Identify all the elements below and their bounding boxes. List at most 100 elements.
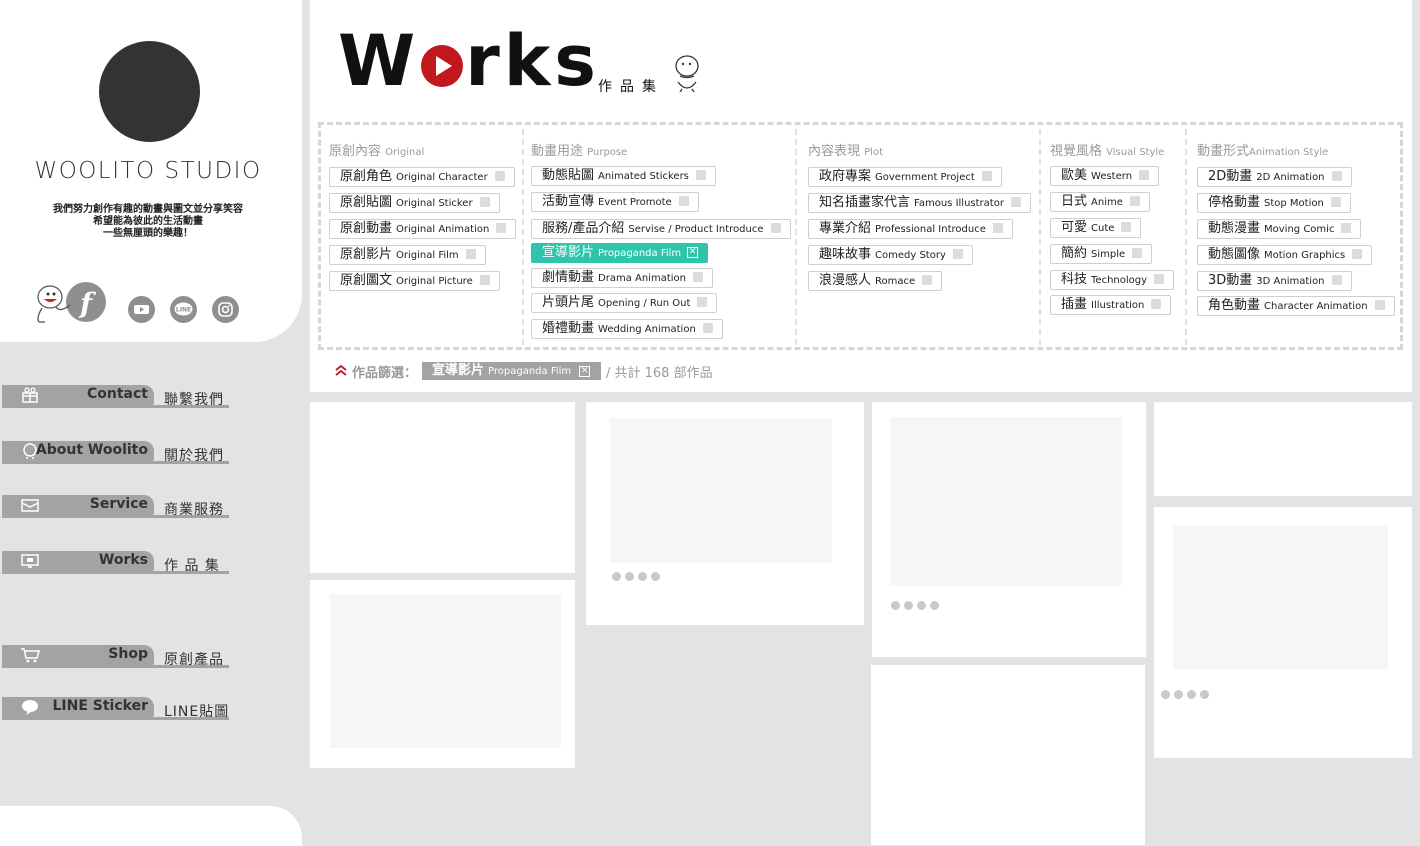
filter-tag[interactable]: 知名插畫家代言 Famous Illustrator bbox=[808, 193, 1031, 213]
checkbox-icon[interactable] bbox=[479, 197, 490, 207]
filter-tag[interactable]: 劇情動畫 Drama Animation bbox=[531, 268, 713, 288]
checkbox-icon[interactable] bbox=[1341, 223, 1352, 233]
youtube-icon[interactable] bbox=[128, 296, 155, 323]
work-card[interactable] bbox=[871, 665, 1145, 845]
filter-group-title: 內容表現 Plot bbox=[808, 144, 884, 159]
nav-contact-label: Contact bbox=[87, 386, 148, 402]
filter-tag-active[interactable]: 宣導影片 Propaganda Film ✕ bbox=[531, 243, 709, 263]
dot bbox=[891, 601, 900, 610]
work-thumbnail[interactable] bbox=[330, 594, 561, 748]
checkbox-icon[interactable] bbox=[702, 323, 713, 333]
checkbox-icon[interactable] bbox=[1151, 299, 1162, 309]
checkbox-icon[interactable] bbox=[479, 275, 490, 285]
checkbox-icon[interactable] bbox=[1331, 275, 1342, 285]
work-thumbnail[interactable] bbox=[890, 417, 1122, 586]
filter-tag[interactable]: 原創影片 Original Film bbox=[329, 245, 486, 265]
checkbox-icon[interactable] bbox=[992, 223, 1003, 233]
title-letter-w: W bbox=[338, 20, 420, 102]
checkbox-icon[interactable] bbox=[1374, 300, 1385, 310]
filter-tag[interactable]: 可愛 Cute bbox=[1050, 218, 1142, 238]
nav-line-sticker[interactable]: LINE Sticker LINE貼圖 bbox=[0, 697, 240, 723]
work-card[interactable] bbox=[310, 580, 575, 768]
checkbox-icon[interactable] bbox=[1154, 274, 1165, 284]
filter-tag[interactable]: 片頭片尾 Opening / Run Out bbox=[531, 293, 718, 313]
dot bbox=[917, 601, 926, 610]
checkbox-icon[interactable] bbox=[692, 272, 703, 282]
facebook-mascot-icon[interactable]: f bbox=[34, 280, 108, 324]
work-card[interactable] bbox=[1154, 402, 1412, 496]
filter-tag[interactable]: 動態圖像 Motion Graphics bbox=[1197, 245, 1373, 265]
filter-tag[interactable]: 簡約 Simple bbox=[1050, 244, 1153, 264]
checkbox-icon[interactable] bbox=[922, 275, 933, 285]
column-divider bbox=[795, 129, 797, 345]
filter-tag[interactable]: 原創貼圖 Original Sticker bbox=[329, 193, 500, 213]
filter-group-title: 動畫形式Animation Style bbox=[1197, 144, 1329, 159]
work-thumbnail[interactable] bbox=[1173, 526, 1388, 670]
checkbox-icon[interactable] bbox=[695, 170, 706, 180]
filter-tag[interactable]: 角色動畫 Character Animation bbox=[1197, 296, 1395, 316]
filter-tag[interactable]: 動態貼圖 Animated Stickers bbox=[531, 166, 716, 186]
instagram-icon[interactable] bbox=[212, 296, 239, 323]
filter-tag[interactable]: 2D動畫 2D Animation bbox=[1197, 167, 1352, 187]
filter-tag[interactable]: 日式 Anime bbox=[1050, 192, 1150, 212]
close-icon[interactable]: ✕ bbox=[579, 366, 591, 377]
filter-group-visual: 視覺風格 Visual Style 歐美 Western 日式 Anime 可愛 Cu… bbox=[1042, 125, 1182, 347]
line-icon[interactable]: LINE bbox=[170, 296, 197, 323]
filter-tag[interactable]: 專業介紹 Professional Introduce bbox=[808, 219, 1013, 239]
nav-service[interactable]: Service 商業服務 bbox=[0, 495, 240, 521]
checkbox-icon[interactable] bbox=[1132, 248, 1143, 258]
loading-dots bbox=[1161, 690, 1209, 699]
nav-shop[interactable]: Shop 原創產品 bbox=[0, 645, 240, 671]
work-thumbnail[interactable] bbox=[610, 418, 832, 563]
filter-tag[interactable]: 活動宣傳 Event Promote bbox=[531, 192, 699, 212]
work-card[interactable] bbox=[872, 402, 1146, 657]
checkbox-icon[interactable] bbox=[496, 223, 507, 233]
checkbox-icon[interactable] bbox=[1352, 249, 1363, 259]
chevron-up-icon[interactable] bbox=[334, 363, 348, 377]
active-filter-chip[interactable]: 宣導影片 Propaganda Film ✕ bbox=[422, 362, 602, 380]
filter-tag[interactable]: 婚禮動畫 Wedding Animation bbox=[531, 319, 723, 339]
filter-tag[interactable]: 政府專案 Government Project bbox=[808, 167, 1002, 187]
checkbox-icon[interactable] bbox=[1129, 196, 1140, 206]
work-card[interactable] bbox=[310, 402, 575, 573]
filter-tag[interactable]: 原創動畫 Original Animation bbox=[329, 219, 517, 239]
work-card[interactable] bbox=[586, 402, 864, 625]
filter-group-original: 原創內容 Original 原創角色 Original Character 原創貼… bbox=[321, 125, 521, 347]
filter-tag[interactable]: 服務/產品介紹 Servise / Product Introduce bbox=[531, 219, 791, 239]
filter-tag[interactable]: 原創圖文 Original Picture bbox=[329, 271, 500, 291]
nav-works[interactable]: Works 作 品 集 bbox=[0, 551, 240, 577]
close-icon[interactable]: ✕ bbox=[687, 247, 699, 258]
checkbox-icon[interactable] bbox=[1139, 170, 1150, 180]
filter-tag[interactable]: 動態漫畫 Moving Comic bbox=[1197, 219, 1362, 239]
checkbox-icon[interactable] bbox=[678, 196, 689, 206]
filter-tag[interactable]: 趣味故事 Comedy Story bbox=[808, 245, 973, 265]
filter-tag[interactable]: 歐美 Western bbox=[1050, 166, 1160, 186]
filter-tag[interactable]: 插畫 Illustration bbox=[1050, 295, 1172, 315]
filter-tag[interactable]: 科技 Technology bbox=[1050, 270, 1175, 290]
filter-tag[interactable]: 原創角色 Original Character bbox=[329, 167, 515, 187]
nav-underline bbox=[2, 665, 229, 668]
nav-underline bbox=[2, 461, 229, 464]
studio-logo[interactable] bbox=[99, 41, 200, 142]
checkbox-icon[interactable] bbox=[981, 171, 992, 181]
filter-tag[interactable]: 浪漫感人 Romace bbox=[808, 271, 943, 291]
filter-tag[interactable]: 停格動畫 Stop Motion bbox=[1197, 193, 1351, 213]
checkbox-icon[interactable] bbox=[1121, 222, 1132, 232]
work-card[interactable] bbox=[1154, 507, 1412, 758]
checkbox-icon[interactable] bbox=[697, 297, 708, 307]
checkbox-icon[interactable] bbox=[1331, 171, 1342, 181]
checkbox-icon[interactable] bbox=[1330, 197, 1341, 207]
checkbox-icon[interactable] bbox=[494, 171, 505, 181]
filter-tag[interactable]: 3D動畫 3D Animation bbox=[1197, 271, 1352, 291]
dot bbox=[625, 572, 634, 581]
checkbox-icon[interactable] bbox=[1010, 197, 1021, 207]
cart-icon bbox=[21, 648, 40, 663]
checkbox-icon[interactable] bbox=[770, 223, 781, 233]
nav-contact[interactable]: Contact 聯繫我們 bbox=[0, 385, 240, 411]
column-divider bbox=[1039, 129, 1041, 345]
checkbox-icon[interactable] bbox=[465, 249, 476, 259]
filter-panel: 原創內容 Original 原創角色 Original Character 原創貼… bbox=[318, 122, 1403, 350]
dot bbox=[612, 572, 621, 581]
checkbox-icon[interactable] bbox=[952, 249, 963, 259]
nav-about[interactable]: About Woolito 關於我們 bbox=[0, 441, 240, 467]
